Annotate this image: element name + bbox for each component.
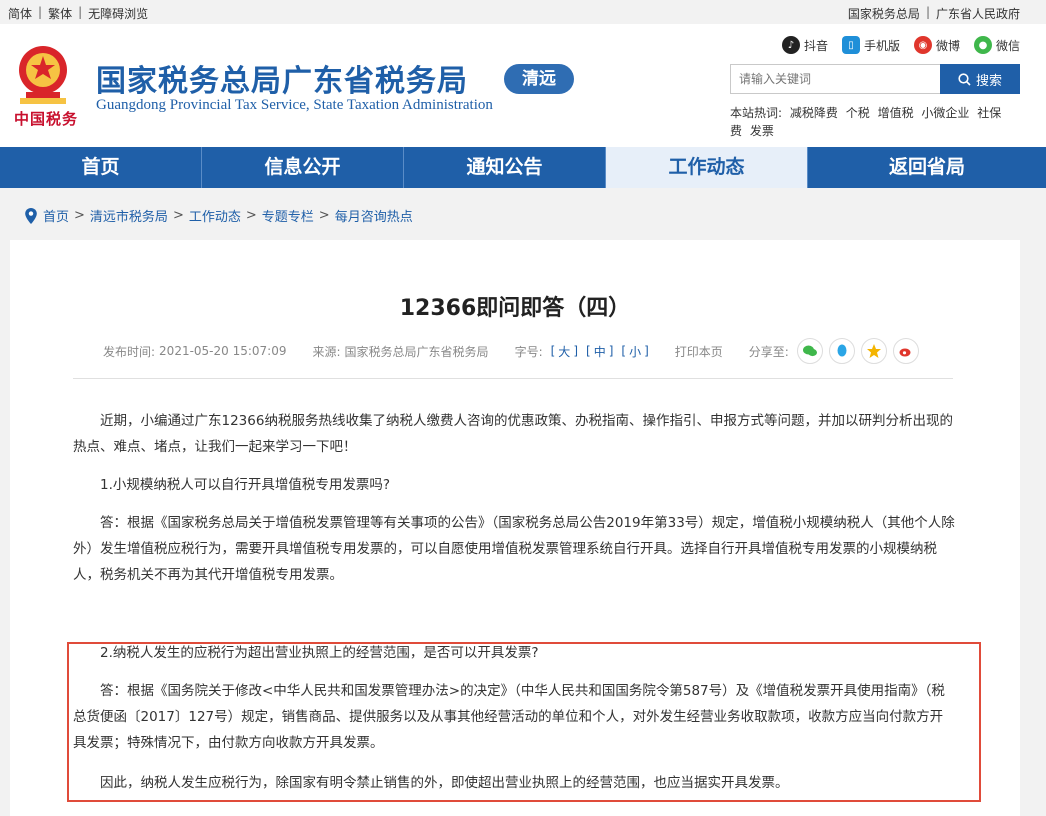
traditional-chinese-link[interactable]: 繁体 (48, 5, 72, 22)
location-pin-icon (25, 207, 37, 224)
share-label: 分享至: (748, 344, 789, 359)
city-badge: 清远 (504, 64, 574, 94)
wechat-icon (802, 345, 817, 357)
answer-1: 答：根据《国家税务总局关于增值税发票管理等有关事项的公告》（国家税务总局公告20… (73, 515, 955, 583)
china-tax-logo-text: 中国税务 (14, 110, 79, 128)
breadcrumb: 首页 > 清远市税务局 > 工作动态 > 专题专栏 > 每月咨询热点 (24, 206, 413, 225)
weibo-icon: ◉ (913, 36, 932, 54)
question-1: 1.小规模纳税人可以自行开具增值税专用发票吗? (100, 477, 391, 493)
qq-icon (837, 344, 847, 357)
breadcrumb-separator: > (318, 208, 330, 223)
separator: | (78, 5, 83, 19)
breadcrumb-separator: > (74, 208, 85, 223)
share-weibo-button[interactable] (892, 338, 919, 364)
highlight-box (67, 642, 981, 802)
tab-work-news[interactable]: 工作动态 (606, 147, 808, 188)
site-subtitle: Guangdong Provincial Tax Service, State … (96, 97, 493, 113)
share-qzone-button[interactable] (860, 338, 887, 364)
breadcrumb-separator: > (172, 208, 184, 223)
search-icon (958, 72, 971, 86)
separator: | (38, 5, 43, 19)
tab-back-province[interactable]: 返回省局 (808, 147, 1046, 188)
mobile-link[interactable]: ▯ 手机版 (841, 36, 900, 54)
publish-label: 发布时间: (103, 344, 156, 359)
article-title: 12366即问即答（四） (399, 296, 631, 321)
site-title[interactable]: 国家税务总局广东省税务局 (96, 56, 468, 100)
social-label: 微博 (935, 38, 960, 53)
hot-words: 本站热词: 减税降费 个税 增值税 小微企业 社保费 发票 (730, 104, 1010, 140)
font-large-button[interactable]: 大 (558, 343, 570, 360)
source-label: 来源: (312, 344, 341, 359)
guangdong-gov-link[interactable]: 广东省人民政府 (936, 5, 1020, 22)
source-value: 国家税务总局广东省税务局 (344, 344, 489, 359)
douyin-link[interactable]: ♪ 抖音 (781, 36, 828, 54)
divider (73, 378, 953, 379)
social-label: 微信 (995, 38, 1020, 53)
hot-words-label: 本站热词: (730, 106, 783, 120)
weibo-icon (899, 348, 911, 357)
accessibility-link[interactable]: 无障碍浏览 (88, 5, 148, 22)
hot-word-link[interactable]: 发票 (750, 124, 774, 138)
social-label: 手机版 (863, 38, 900, 53)
wechat-icon: ● (973, 36, 992, 54)
tiktok-icon: ♪ (781, 36, 800, 54)
publish-time: 2021-05-20 15:07:09 (159, 344, 287, 358)
breadcrumb-item[interactable]: 每月咨询热点 (335, 206, 413, 225)
hot-word-link[interactable]: 增值税 (878, 106, 914, 120)
main-nav: 首页 信息公开 通知公告 工作动态 返回省局 (0, 147, 1046, 188)
breadcrumb-item[interactable]: 工作动态 (189, 206, 241, 225)
tab-notices[interactable]: 通知公告 (404, 147, 606, 188)
breadcrumb-separator: > (245, 208, 257, 223)
mobile-icon: ▯ (841, 36, 860, 54)
tab-home[interactable]: 首页 (0, 147, 202, 188)
sta-link[interactable]: 国家税务总局 (848, 5, 920, 22)
article-meta: 发布时间: 2021-05-20 15:07:09 来源: 国家税务总局广东省税… (103, 338, 919, 364)
breadcrumb-item[interactable]: 专题专栏 (262, 206, 314, 225)
simplified-chinese-link[interactable]: 简体 (8, 5, 32, 22)
weibo-link[interactable]: ◉ 微博 (913, 36, 960, 54)
star-icon (866, 344, 881, 358)
print-button[interactable]: 打印本页 (675, 343, 723, 360)
search-button[interactable]: 搜索 (940, 64, 1020, 94)
hot-word-link[interactable]: 个税 (846, 106, 870, 120)
site-header: 中国税务 国家税务总局广东省税务局 Guangdong Provincial T… (0, 24, 1046, 147)
search-input[interactable] (730, 64, 940, 94)
hot-word-link[interactable]: 小微企业 (921, 106, 969, 120)
national-emblem-icon (19, 46, 67, 104)
breadcrumb-item[interactable]: 首页 (43, 206, 69, 225)
tab-info-disclosure[interactable]: 信息公开 (202, 147, 404, 188)
intro-paragraph: 近期，小编通过广东12366纳税服务热线收集了纳税人缴费人咨询的优惠政策、办税指… (73, 413, 953, 455)
search-bar: 搜索 (730, 64, 1020, 94)
social-links: ♪ 抖音 ▯ 手机版 ◉ 微博 ● 微信 (781, 36, 1020, 54)
font-medium-button[interactable]: 中 (594, 343, 606, 360)
font-small-button[interactable]: 小 (629, 343, 641, 360)
hot-word-link[interactable]: 减税降费 (790, 106, 838, 120)
font-size-label: 字号: (514, 344, 543, 359)
share-buttons (796, 338, 919, 364)
breadcrumb-item[interactable]: 清远市税务局 (90, 206, 168, 225)
separator: | (925, 5, 930, 19)
share-qq-button[interactable] (828, 338, 855, 364)
share-wechat-button[interactable] (796, 338, 823, 364)
wechat-link[interactable]: ● 微信 (973, 36, 1020, 54)
top-utility-bar: 简体 | 繁体 | 无障碍浏览 国家税务总局 | 广东省人民政府 (0, 0, 1046, 24)
social-label: 抖音 (803, 38, 828, 53)
search-button-label: 搜索 (975, 73, 1002, 89)
article-panel: 12366即问即答（四） 发布时间: 2021-05-20 15:07:09 来… (10, 240, 1020, 816)
